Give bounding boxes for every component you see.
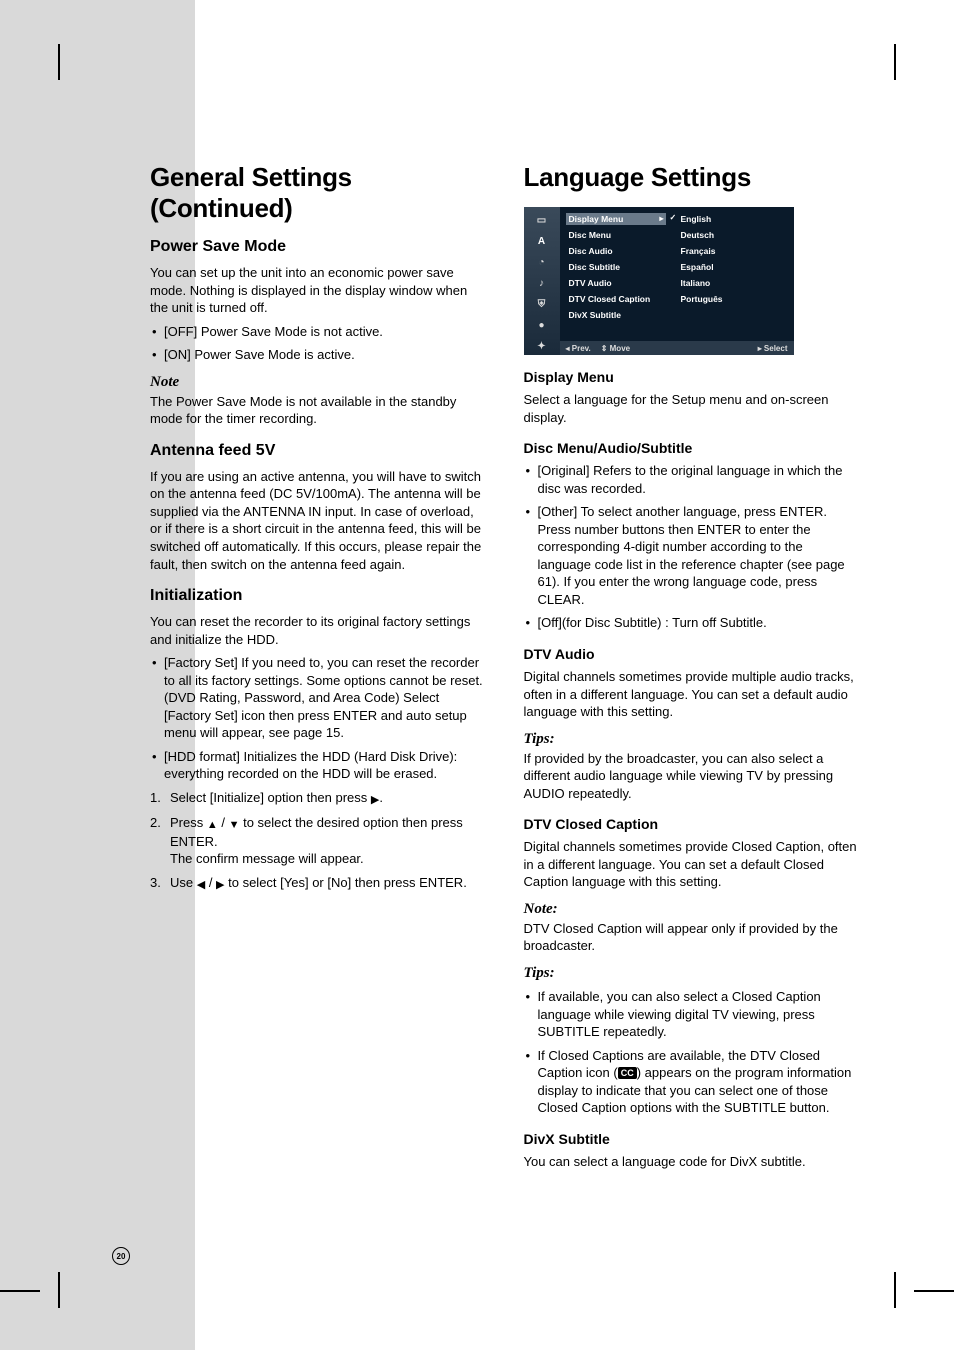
- step-item: 1. Select [Initialize] option then press…: [150, 789, 486, 808]
- step-item: 3. Use ◀ / ▶ to select [Yes] or [No] the…: [150, 874, 486, 893]
- note-label: Note: [150, 374, 486, 391]
- list-item: If Closed Captions are available, the DT…: [524, 1047, 860, 1117]
- paragraph: Digital channels sometimes provide Close…: [524, 838, 860, 891]
- osd-lang-item: Deutsch: [678, 229, 788, 241]
- page-content: General Settings (Continued) Power Save …: [150, 162, 859, 1174]
- heading-initialization: Initialization: [150, 587, 486, 605]
- step-text: Use: [170, 875, 197, 890]
- list-item: [OFF] Power Save Mode is not active.: [150, 323, 486, 341]
- heading-antenna: Antenna feed 5V: [150, 442, 486, 460]
- osd-menu-item: Disc Menu: [566, 229, 666, 241]
- step-text: The confirm message will appear.: [170, 851, 364, 866]
- crop-mark: [914, 1290, 954, 1292]
- crop-mark: [0, 1290, 40, 1292]
- record-icon: ●: [535, 318, 549, 332]
- step-item: 2. Press ▲ / ▼ to select the desired opt…: [150, 814, 486, 868]
- list-item: [HDD format] Initializes the HDD (Hard D…: [150, 748, 486, 783]
- section-title: Language Settings: [524, 162, 860, 193]
- osd-menu-item: DTV Audio: [566, 277, 666, 289]
- list-item: [ON] Power Save Mode is active.: [150, 346, 486, 364]
- step-text: Press: [170, 815, 207, 830]
- list-item: [Original] Refers to the original langua…: [524, 462, 860, 497]
- paragraph: You can reset the recorder to its origin…: [150, 613, 486, 648]
- heading-dtv-audio: DTV Audio: [524, 646, 860, 662]
- osd-lang-item: Português: [678, 293, 788, 305]
- paragraph: You can select a language code for DivX …: [524, 1153, 860, 1171]
- step-text: /: [205, 875, 216, 890]
- step-text: /: [218, 815, 229, 830]
- tips-label: Tips:: [524, 731, 860, 748]
- crop-mark: [58, 44, 60, 80]
- disc-icon: ◔: [535, 255, 549, 269]
- osd-footer-move: ⇕ Move: [601, 344, 630, 353]
- step-text: .: [379, 790, 383, 805]
- paragraph: You can set up the unit into an economic…: [150, 264, 486, 317]
- left-column: General Settings (Continued) Power Save …: [150, 162, 486, 1174]
- osd-screenshot: ▭ A ◔ ♪ ⛨ ● ✦ Display Menu Disc Menu Dis…: [524, 207, 794, 355]
- heading-dtv-cc: DTV Closed Caption: [524, 816, 860, 832]
- osd-footer-select: ▸ Select: [758, 344, 788, 353]
- cc-icon: CC: [618, 1067, 637, 1079]
- step-number: 2.: [150, 814, 161, 832]
- heading-disc-menu: Disc Menu/Audio/Subtitle: [524, 440, 860, 456]
- list-item: [Off](for Disc Subtitle) : Turn off Subt…: [524, 614, 860, 632]
- osd-footer-prev: ◂ Prev.: [566, 344, 591, 353]
- heading-display-menu: Display Menu: [524, 369, 860, 385]
- note-body: The Power Save Mode is not available in …: [150, 393, 486, 428]
- step-number: 1.: [150, 789, 161, 807]
- tips-body: If provided by the broadcaster, you can …: [524, 750, 860, 803]
- osd-lang-item: Français: [678, 245, 788, 257]
- crop-mark: [894, 44, 896, 80]
- heading-power-save: Power Save Mode: [150, 238, 486, 256]
- heading-divx: DivX Subtitle: [524, 1131, 860, 1147]
- language-icon: A: [535, 234, 549, 248]
- osd-menu-item: Display Menu: [566, 213, 666, 225]
- right-triangle-icon: ▶: [216, 879, 224, 891]
- osd-lang-item: Español: [678, 261, 788, 273]
- osd-menu-list: Display Menu Disc Menu Disc Audio Disc S…: [560, 207, 672, 355]
- osd-lang-item: Italiano: [678, 277, 788, 289]
- osd-footer: ◂ Prev. ⇕ Move ▸ Select: [560, 341, 794, 355]
- paragraph: Select a language for the Setup menu and…: [524, 391, 860, 426]
- lock-icon: ⛨: [535, 297, 549, 311]
- crop-mark: [894, 1272, 896, 1308]
- osd-menu-item: DTV Closed Caption: [566, 293, 666, 305]
- osd-menu-item: Disc Audio: [566, 245, 666, 257]
- crop-mark: [58, 1272, 60, 1308]
- page-number: 20: [112, 1247, 130, 1265]
- osd-lang-item: English: [678, 213, 788, 225]
- step-text: to select [Yes] or [No] then press ENTER…: [225, 875, 467, 890]
- step-text: Select [Initialize] option then press: [170, 790, 371, 805]
- list-item: [Other] To select another language, pres…: [524, 503, 860, 608]
- osd-menu-item: Disc Subtitle: [566, 261, 666, 273]
- paragraph: If you are using an active antenna, you …: [150, 468, 486, 573]
- right-column: Language Settings ▭ A ◔ ♪ ⛨ ● ✦ Display …: [524, 162, 860, 1174]
- tips-label: Tips:: [524, 965, 860, 982]
- up-triangle-icon: ▲: [207, 819, 218, 831]
- step-number: 3.: [150, 874, 161, 892]
- audio-icon: ♪: [535, 276, 549, 290]
- note-label: Note:: [524, 901, 860, 918]
- down-triangle-icon: ▼: [229, 819, 240, 831]
- tv-icon: ▭: [535, 213, 549, 227]
- note-body: DTV Closed Caption will appear only if p…: [524, 920, 860, 955]
- section-title: General Settings (Continued): [150, 162, 486, 224]
- paragraph: Digital channels sometimes provide multi…: [524, 668, 860, 721]
- osd-menu-item: DivX Subtitle: [566, 309, 666, 321]
- network-icon: ✦: [535, 339, 549, 353]
- list-item: [Factory Set] If you need to, you can re…: [150, 654, 486, 742]
- osd-language-list: English Deutsch Français Español Italian…: [672, 207, 794, 355]
- osd-icon-column: ▭ A ◔ ♪ ⛨ ● ✦: [524, 207, 560, 355]
- list-item: If available, you can also select a Clos…: [524, 988, 860, 1041]
- left-triangle-icon: ◀: [197, 879, 205, 891]
